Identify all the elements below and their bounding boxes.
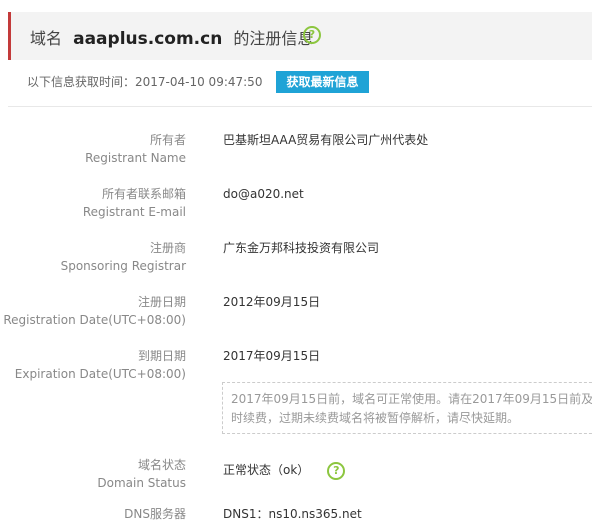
status-label-cn: 域名状态 xyxy=(137,458,186,472)
registration-date-label-cn: 注册日期 xyxy=(137,295,186,309)
email-value: do@a020.net xyxy=(223,187,304,201)
email-label: 所有者联系邮箱 Registrant E-mail xyxy=(83,185,186,221)
refresh-info-button[interactable]: 获取最新信息 xyxy=(276,71,369,93)
page-header: 域名 aaaplus.com.cn 的注册信息 ? xyxy=(8,12,592,60)
status-help-icon[interactable]: ? xyxy=(327,461,346,480)
expiration-date-label-cn: 到期日期 xyxy=(137,349,186,363)
registrar-label: 注册商 Sponsoring Registrar xyxy=(61,239,186,275)
registrar-label-cn: 注册商 xyxy=(149,241,186,255)
status-value: 正常状态（ok） xyxy=(223,463,310,477)
registrar-label-en: Sponsoring Registrar xyxy=(60,259,186,273)
question-circle-icon[interactable]: ? xyxy=(303,26,321,44)
dns-label: DNS服务器 xyxy=(124,505,186,523)
page-title: 域名 aaaplus.com.cn 的注册信息 xyxy=(30,25,313,49)
owner-label-en: Registrant Name xyxy=(85,151,186,165)
owner-label-cn: 所有者 xyxy=(149,133,186,147)
registration-date-label-en: Registration Date(UTC+08:00) xyxy=(3,313,186,327)
email-label-en: Registrant E-mail xyxy=(82,205,186,219)
fetch-time-label: 以下信息获取时间：2017-04-10 09:47:50 xyxy=(27,75,263,89)
registration-date-label: 注册日期 Registration Date(UTC+08:00) xyxy=(3,293,186,329)
expiration-date-label: 到期日期 Expiration Date(UTC+08:00) xyxy=(15,347,186,383)
domain-name: aaaplus.com.cn xyxy=(73,29,223,49)
owner-value: 巴基斯坦AAA贸易有限公司广州代表处 xyxy=(223,133,429,147)
divider xyxy=(8,106,592,107)
dns-value: DNS1：ns10.ns365.net xyxy=(223,507,362,521)
expiration-note: 2017年09月15日前，域名可正常使用。请在2017年09月15日前及时续费，… xyxy=(222,382,592,434)
status-value-wrap: 正常状态（ok）? xyxy=(223,461,346,480)
status-label-en: Domain Status xyxy=(97,476,186,490)
title-prefix: 域名 xyxy=(30,29,63,48)
dns-label-cn: DNS服务器 xyxy=(124,507,186,521)
expiration-date-value: 2017年09月15日 xyxy=(223,349,321,363)
registrar-value: 广东金万邦科技投资有限公司 xyxy=(223,241,380,255)
owner-label: 所有者 Registrant Name xyxy=(85,131,186,167)
registration-date-value: 2012年09月15日 xyxy=(223,295,321,309)
email-label-cn: 所有者联系邮箱 xyxy=(101,187,186,201)
expiration-date-label-en: Expiration Date(UTC+08:00) xyxy=(14,367,186,381)
title-suffix: 的注册信息 xyxy=(233,29,314,48)
status-label: 域名状态 Domain Status xyxy=(97,456,186,492)
